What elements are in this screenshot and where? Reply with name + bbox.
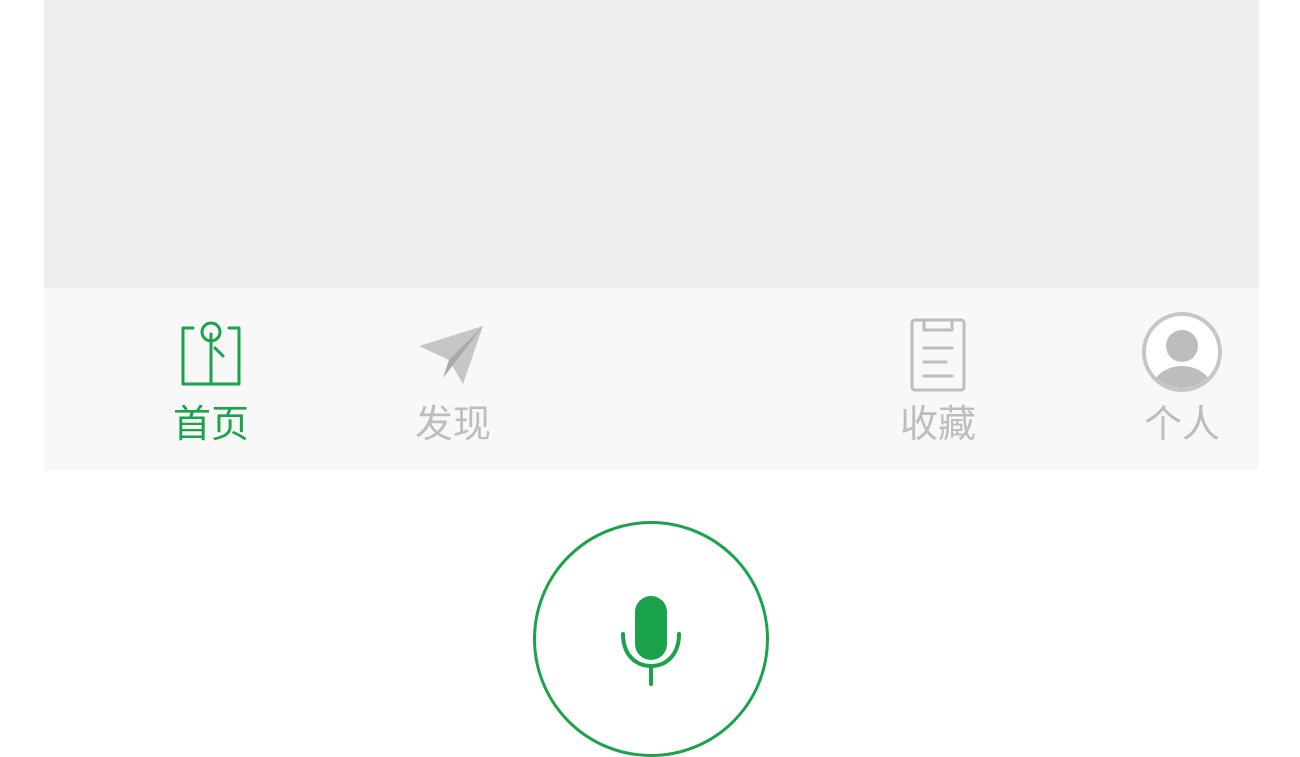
bottom-tab-bar: 首页 发现 收藏 个人 (44, 288, 1259, 757)
microphone-icon (621, 596, 681, 686)
tab-discover-label: 发现 (414, 402, 491, 446)
tab-discover[interactable]: 发现 (353, 288, 553, 470)
tab-profile-label: 个人 (1143, 402, 1220, 446)
voice-input-button[interactable] (533, 521, 769, 757)
clipboard-icon (893, 310, 983, 394)
tab-profile[interactable]: 个人 (1082, 288, 1282, 470)
app-frame: 首页 发现 收藏 个人 (44, 0, 1259, 757)
home-book-icon (166, 310, 256, 394)
tab-favorites-label: 收藏 (899, 402, 976, 446)
tab-favorites[interactable]: 收藏 (838, 288, 1038, 470)
user-avatar-icon (1137, 310, 1227, 394)
paper-plane-icon (408, 310, 498, 394)
tab-home[interactable]: 首页 (111, 288, 311, 470)
tab-home-label: 首页 (172, 402, 249, 446)
